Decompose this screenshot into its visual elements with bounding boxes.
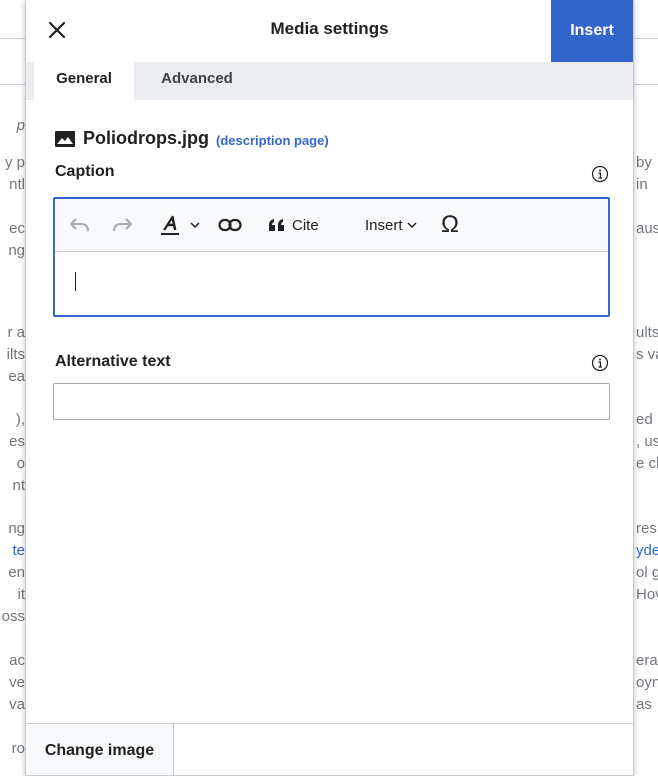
background-text: it: [17, 586, 26, 603]
background-text: te: [12, 542, 25, 559]
background-text: ea: [8, 368, 25, 385]
background-text: ),: [15, 411, 25, 428]
background-text: ec: [9, 220, 25, 237]
background-text: oyn: [636, 674, 658, 691]
background-text: ac: [9, 652, 25, 669]
background-text: va: [9, 696, 25, 713]
background-text: r a: [7, 324, 25, 341]
caption-editor[interactable]: Cite Insert Ω: [53, 197, 610, 317]
background-text: ntl: [9, 176, 25, 193]
background-text: oss: [1, 608, 25, 625]
alt-text-label: Alternative text: [55, 353, 171, 370]
link-button[interactable]: [218, 199, 242, 251]
background-text: ults: [636, 324, 658, 341]
info-icon[interactable]: [591, 165, 609, 183]
background-text: in: [636, 176, 648, 193]
background-text: by: [636, 154, 652, 171]
description-page-link[interactable]: (description page): [216, 133, 329, 148]
chevron-down-icon: [190, 222, 200, 229]
cite-button[interactable]: Cite: [268, 199, 319, 251]
dialog-footer: Change image: [26, 723, 633, 775]
insert-button[interactable]: Insert: [551, 0, 633, 62]
dialog-title-bar: Media settings Insert: [26, 0, 633, 62]
omega-icon: Ω: [441, 211, 459, 238]
undo-icon: [70, 218, 89, 232]
quote-icon: [269, 219, 284, 231]
background-text: o: [16, 455, 25, 472]
info-icon[interactable]: [591, 354, 609, 372]
background-text: ro: [11, 740, 25, 757]
chevron-down-icon: [406, 222, 417, 229]
caption-label: Caption: [55, 163, 115, 180]
background-text: ed: [636, 411, 653, 428]
change-image-button[interactable]: Change image: [26, 724, 174, 775]
background-text: era: [636, 652, 658, 669]
undo-button[interactable]: [69, 199, 91, 251]
insert-menu-label: Insert: [365, 216, 403, 234]
background-text: nt: [12, 477, 25, 494]
background-text: y p: [4, 154, 25, 171]
background-text: s va: [636, 346, 658, 363]
dialog-title: Media settings: [270, 19, 389, 38]
text-style-button[interactable]: [159, 199, 201, 251]
background-text: ve: [9, 674, 25, 691]
background-text: ilts: [6, 346, 25, 363]
image-info: Poliodrops.jpg (description page): [55, 128, 329, 149]
media-settings-dialog: Media settings Insert General Advanced P…: [25, 0, 634, 776]
background-text: es: [9, 433, 25, 450]
special-character-button[interactable]: Ω: [441, 199, 459, 251]
background-text: Hov: [636, 586, 658, 603]
background-text: as: [636, 696, 652, 713]
background-text: yde: [636, 542, 658, 559]
tabs-bar: General Advanced: [26, 62, 633, 100]
background-text: ng: [8, 520, 25, 537]
link-icon: [218, 218, 242, 232]
image-filename: Poliodrops.jpg: [83, 128, 209, 148]
cite-label: Cite: [292, 216, 319, 234]
background-text: , us: [636, 433, 658, 450]
text-style-icon: [161, 215, 179, 235]
caption-input[interactable]: [55, 252, 608, 315]
background-text: e ch: [636, 455, 658, 472]
caption-toolbar: Cite Insert Ω: [55, 199, 608, 252]
redo-button[interactable]: [111, 199, 133, 251]
background-text: ol g: [636, 564, 658, 581]
background-text: aus: [636, 220, 658, 237]
background-text: res: [636, 520, 657, 537]
alt-text-input[interactable]: [53, 383, 610, 420]
background-text: p: [16, 117, 25, 134]
image-icon: [55, 130, 75, 147]
insert-menu-button[interactable]: Insert: [365, 199, 418, 251]
tab-general[interactable]: General: [34, 62, 134, 100]
background-text: en: [8, 564, 25, 581]
background-text: ng: [8, 242, 25, 259]
tab-advanced[interactable]: Advanced: [144, 62, 250, 100]
text-cursor: [75, 272, 76, 291]
redo-icon: [113, 218, 132, 232]
